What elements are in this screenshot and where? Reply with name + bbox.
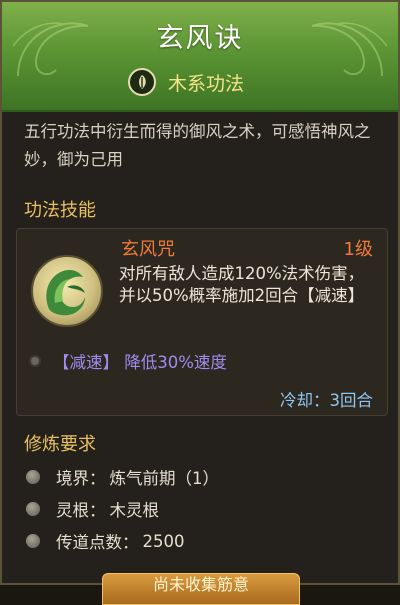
requirements-list: 境界： 炼气前期（1） 灵根： 木灵根 传道点数： 2500 <box>26 462 366 558</box>
skill-detail-panel: 玄风诀 木系功法 五行功法中衍生而得的御风之术，可感悟神风之妙，御为己用 功法技… <box>0 0 400 605</box>
skill-card: 玄风咒 1级 对所有敌人造成120%法术伤害，并以50%概率施加2回合【减速】 … <box>16 228 388 416</box>
wind-skill-icon <box>31 255 103 327</box>
bullet-icon <box>26 534 40 548</box>
bullet-icon <box>26 470 40 484</box>
skill-level: 1级 <box>343 239 373 260</box>
requirement-value: 木灵根 <box>109 501 160 520</box>
element-type-label: 木系功法 <box>168 72 245 95</box>
status-effect-text: 【减速】 降低30%速度 <box>53 353 227 372</box>
collect-button[interactable]: 尚未收集筋意 <box>102 573 300 605</box>
requirement-label: 灵根： <box>56 501 106 520</box>
requirement-label: 境界： <box>56 469 106 488</box>
element-type-badge: 木系功法 <box>128 66 274 98</box>
wood-element-icon <box>128 68 156 96</box>
requirement-value: 2500 <box>142 531 185 551</box>
requirement-label: 传道点数： <box>56 533 139 552</box>
requirement-spirit-root: 灵根： 木灵根 <box>26 494 366 524</box>
skill-effect-description: 对所有敌人造成120%法术伤害，并以50%概率施加2回合【减速】 <box>119 264 365 305</box>
header-banner: 玄风诀 木系功法 <box>2 2 398 112</box>
requirement-realm: 境界： 炼气前期（1） <box>26 462 366 492</box>
bullet-icon <box>26 502 40 516</box>
bullet-icon <box>29 355 41 367</box>
skill-name: 玄风咒 <box>121 239 175 260</box>
status-effect-row: 【减速】 降低30%速度 <box>29 349 227 373</box>
requirements-section-title: 修炼要求 <box>24 434 96 455</box>
skill-title: 玄风诀 <box>156 23 244 54</box>
requirement-value: 炼气前期（1） <box>109 469 220 488</box>
skill-description: 五行功法中衍生而得的御风之术，可感悟神风之妙，御为己用 <box>24 122 371 169</box>
requirement-points: 传道点数： 2500 <box>26 526 366 556</box>
skills-section-title: 功法技能 <box>24 200 96 221</box>
cooldown-text: 冷却：3回合 <box>280 391 373 410</box>
